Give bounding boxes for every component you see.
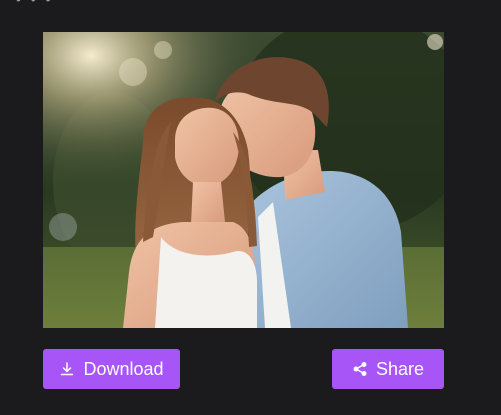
- generated-image-viewer: • • •: [0, 0, 501, 415]
- download-button[interactable]: Download: [43, 349, 180, 389]
- download-icon: [59, 361, 75, 377]
- download-label: Download: [83, 358, 164, 379]
- share-button[interactable]: Share: [332, 349, 444, 389]
- generated-image[interactable]: [43, 32, 444, 328]
- share-label: Share: [375, 358, 425, 379]
- share-icon: [352, 361, 368, 377]
- top-text-fragment: • • •: [16, 0, 53, 7]
- photo-illustration: [43, 32, 444, 328]
